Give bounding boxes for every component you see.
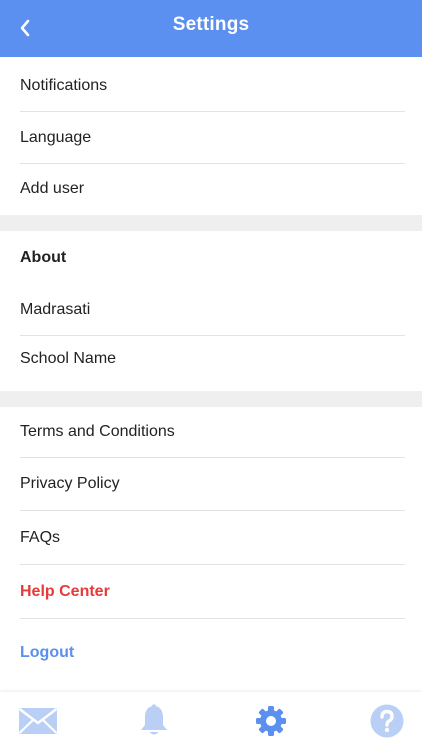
- about-heading: About: [20, 249, 67, 266]
- terms-item[interactable]: Terms and Conditions: [20, 407, 405, 458]
- mail-icon: [18, 708, 58, 734]
- page-title: Settings: [172, 14, 250, 35]
- top-bar: Settings: [0, 0, 422, 57]
- logout-button[interactable]: Logout: [20, 626, 405, 680]
- app-name-item: Madrasati: [20, 284, 405, 336]
- help-icon: [370, 704, 404, 738]
- faqs-item[interactable]: FAQs: [20, 511, 405, 565]
- tab-help[interactable]: [357, 692, 417, 750]
- gear-icon: [256, 706, 286, 736]
- section-divider: [0, 215, 422, 231]
- school-name-item: School Name: [20, 350, 117, 367]
- help-center-item[interactable]: Help Center: [20, 565, 405, 619]
- bottom-tab-bar: [0, 692, 422, 750]
- section-divider: [0, 391, 422, 407]
- notifications-item[interactable]: Notifications: [20, 60, 405, 112]
- privacy-policy-item[interactable]: Privacy Policy: [20, 458, 405, 511]
- add-user-item[interactable]: Add user: [20, 164, 405, 214]
- bell-icon: [141, 704, 167, 735]
- tab-notifications[interactable]: [124, 692, 184, 750]
- tab-settings[interactable]: [241, 692, 301, 750]
- tab-messages[interactable]: [8, 692, 68, 750]
- language-item[interactable]: Language: [20, 112, 405, 164]
